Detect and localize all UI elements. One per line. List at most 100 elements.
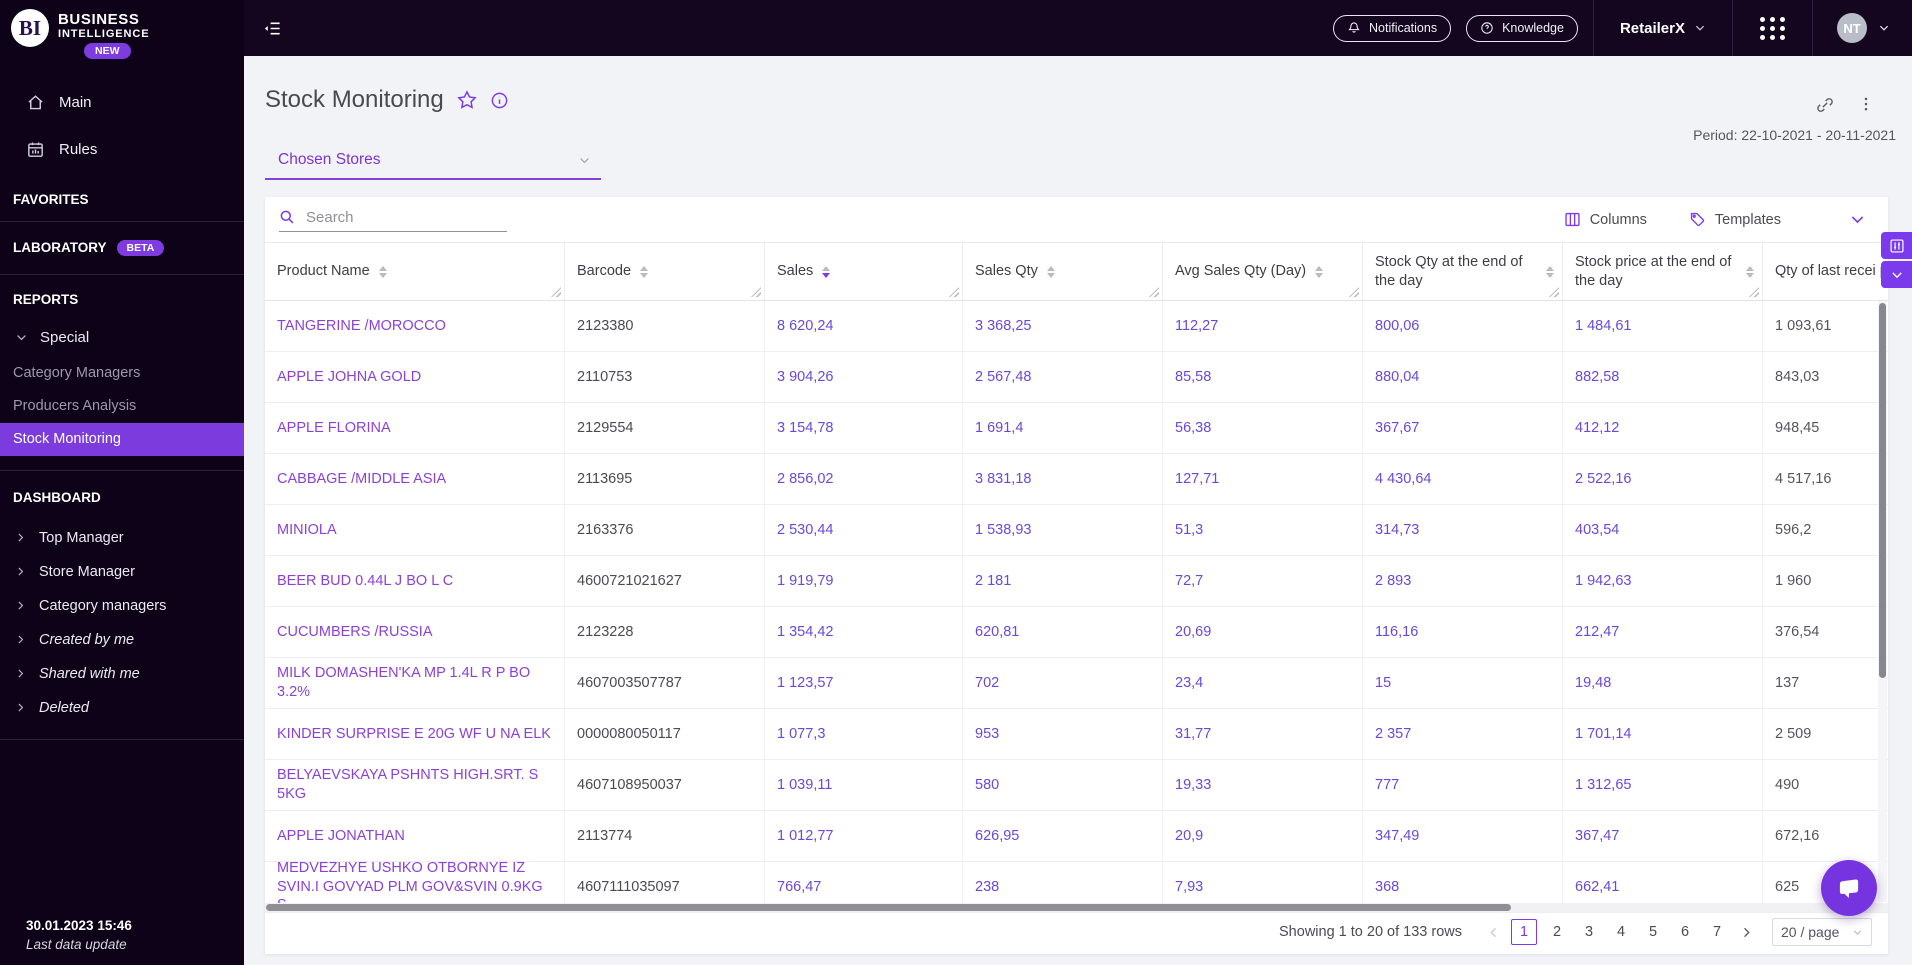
sidebar-item-rules[interactable]: Rules [0, 126, 244, 173]
sidebar-item-category-managers[interactable]: Category Managers [0, 357, 244, 390]
page-button-3[interactable]: 3 [1579, 924, 1599, 940]
table-expand-button[interactable] [1881, 261, 1912, 288]
cell-product[interactable]: APPLE FLORINA [265, 403, 565, 453]
chat-button[interactable] [1821, 860, 1877, 916]
cell-stock_price_eod: 403,54 [1563, 505, 1763, 555]
workspace-switcher[interactable]: RetailerX [1594, 0, 1732, 56]
vertical-scrollbar-thumb[interactable] [1879, 303, 1886, 678]
title-actions [1816, 96, 1874, 114]
notifications-button[interactable]: Notifications [1333, 14, 1452, 42]
page-button-2[interactable]: 2 [1547, 924, 1567, 940]
app-logo[interactable]: BI BUSINESS INTELLIGENCE NEW [0, 0, 244, 59]
report-card: Columns Templates Product Name Barcode Sal… [265, 197, 1888, 954]
horizontal-scrollbar-thumb[interactable] [266, 904, 1511, 911]
sidebar-item-shared-with-me[interactable]: Shared with me [0, 657, 244, 691]
sort-icon[interactable] [378, 265, 387, 278]
column-header-qty-of-last-recei-products[interactable]: Qty of last recei products [1763, 243, 1888, 300]
sidebar-item-deleted[interactable]: Deleted [0, 691, 244, 725]
cell-product[interactable]: KINDER SURPRISE E 20G WF U NA ELK [265, 709, 565, 759]
sidebar-item-stock-monitoring[interactable]: Stock Monitoring [0, 422, 244, 456]
sort-icon[interactable] [1746, 265, 1754, 278]
reports-group-special[interactable]: Special [0, 319, 244, 357]
cell-product[interactable]: APPLE JONATHAN [265, 811, 565, 861]
chevron-right-icon [15, 566, 26, 577]
page-button-4[interactable]: 4 [1611, 924, 1631, 940]
sidebar-collapse-button[interactable] [263, 19, 282, 38]
table-row: MINIOLA 2163376 2 530,44 1 538,93 51,3 314,73… [265, 505, 1888, 556]
user-menu[interactable]: NT [1813, 0, 1890, 56]
page-button-5[interactable]: 5 [1643, 924, 1663, 940]
table-settings-button[interactable] [1881, 232, 1912, 259]
sort-icon[interactable] [640, 265, 649, 278]
sidebar-item-created-by-me[interactable]: Created by me [0, 623, 244, 657]
knowledge-label: Knowledge [1502, 21, 1564, 35]
sort-icon[interactable] [822, 265, 831, 278]
column-header-sales-qty[interactable]: Sales Qty [963, 243, 1163, 300]
sidebar-item-main[interactable]: Main [0, 79, 244, 126]
cell-barcode: 0000080050117 [565, 709, 765, 759]
horizontal-scrollbar[interactable] [265, 903, 1888, 912]
cell-barcode: 2123380 [565, 301, 765, 351]
cell-product[interactable]: TANGERINE /MOROCCO [265, 301, 565, 351]
search-input[interactable] [304, 207, 507, 227]
sidebar-item-store-manager[interactable]: Store Manager [0, 555, 244, 589]
info-icon[interactable] [490, 91, 509, 110]
columns-label: Columns [1589, 211, 1647, 228]
cell-barcode: 4607108950037 [565, 760, 765, 810]
sort-icon[interactable] [1315, 265, 1324, 278]
cell-stock_qty_eod: 777 [1363, 760, 1563, 810]
notifications-label: Notifications [1369, 21, 1438, 35]
kebab-menu-icon[interactable] [1858, 96, 1874, 114]
cell-product[interactable]: BEER BUD 0.44L J BO L C [265, 556, 565, 606]
column-header-barcode[interactable]: Barcode [565, 243, 765, 300]
column-header-sales[interactable]: Sales [765, 243, 963, 300]
cell-product[interactable]: MINIOLA [265, 505, 565, 555]
bell-icon [1347, 21, 1361, 35]
cell-stock_price_eod: 1 701,14 [1563, 709, 1763, 759]
favorites-header: FAVORITES [13, 192, 89, 208]
workspace-name: RetailerX [1619, 19, 1685, 37]
vertical-scrollbar[interactable] [1878, 301, 1887, 902]
sidebar-item-category-managers-dash[interactable]: Category managers [0, 589, 244, 623]
table-row: BELYAEVSKAYA PSHNTS HIGH.SRT. S 5KG 46071… [265, 760, 1888, 811]
apps-grid-button[interactable] [1733, 16, 1812, 40]
new-badge: NEW [84, 42, 131, 59]
page-button-1[interactable]: 1 [1511, 919, 1537, 945]
share-link-icon[interactable] [1816, 96, 1834, 114]
column-header-avg-sales-qty-day[interactable]: Avg Sales Qty (Day) [1163, 243, 1363, 300]
column-header-stock-price-at-the-end-of-the-day[interactable]: Stock price at the end of the day [1563, 243, 1763, 300]
favorite-star-icon[interactable] [456, 90, 477, 110]
sort-icon[interactable] [1046, 265, 1055, 278]
cell-barcode: 4600721021627 [565, 556, 765, 606]
cell-product[interactable]: CUCUMBERS /RUSSIA [265, 607, 565, 657]
cell-product[interactable]: BELYAEVSKAYA PSHNTS HIGH.SRT. S 5KG [265, 760, 565, 810]
sort-icon[interactable] [1546, 265, 1554, 278]
cell-product[interactable]: APPLE JOHNA GOLD [265, 352, 565, 402]
templates-button[interactable]: Templates [1683, 210, 1787, 229]
sidebar-item-top-manager[interactable]: Top Manager [0, 521, 244, 555]
columns-button[interactable]: Columns [1558, 210, 1653, 229]
chevron-down-icon [15, 331, 28, 344]
cell-barcode: 2113774 [565, 811, 765, 861]
store-filter-dropdown[interactable]: Chosen Stores [265, 151, 601, 180]
knowledge-button[interactable]: Knowledge [1466, 14, 1578, 42]
home-icon [26, 93, 45, 112]
cell-product[interactable]: CABBAGE /MIDDLE ASIA [265, 454, 565, 504]
page-button-7[interactable]: 7 [1707, 924, 1727, 940]
laboratory-header[interactable]: LABORATORY BETA [0, 228, 244, 268]
column-header-stock-qty-at-the-end-of-the-day[interactable]: Stock Qty at the end of the day [1363, 243, 1563, 300]
page-size-select[interactable]: 20 / page [1772, 918, 1872, 946]
cell-product[interactable]: MILK DOMASHEN'KA MP 1.4L R P BO 3.2% [265, 658, 565, 708]
collapse-filters-chevron[interactable] [1849, 211, 1866, 228]
cell-qty_last_received: 490 [1763, 760, 1888, 810]
prev-page-button[interactable] [1480, 926, 1507, 939]
table-row: CUCUMBERS /RUSSIA 2123228 1 354,42 620,81 20… [265, 607, 1888, 658]
column-label: Stock Qty at the end of the day [1375, 253, 1523, 289]
last-data-update: 30.01.2023 15:46 Last data update [26, 918, 132, 952]
cell-sales_qty: 1 691,4 [963, 403, 1163, 453]
cell-sales_qty: 1 538,93 [963, 505, 1163, 555]
next-page-button[interactable] [1733, 926, 1760, 939]
sidebar-item-producers-analysis[interactable]: Producers Analysis [0, 390, 244, 423]
page-button-6[interactable]: 6 [1675, 924, 1695, 940]
column-header-product-name[interactable]: Product Name [265, 243, 565, 300]
